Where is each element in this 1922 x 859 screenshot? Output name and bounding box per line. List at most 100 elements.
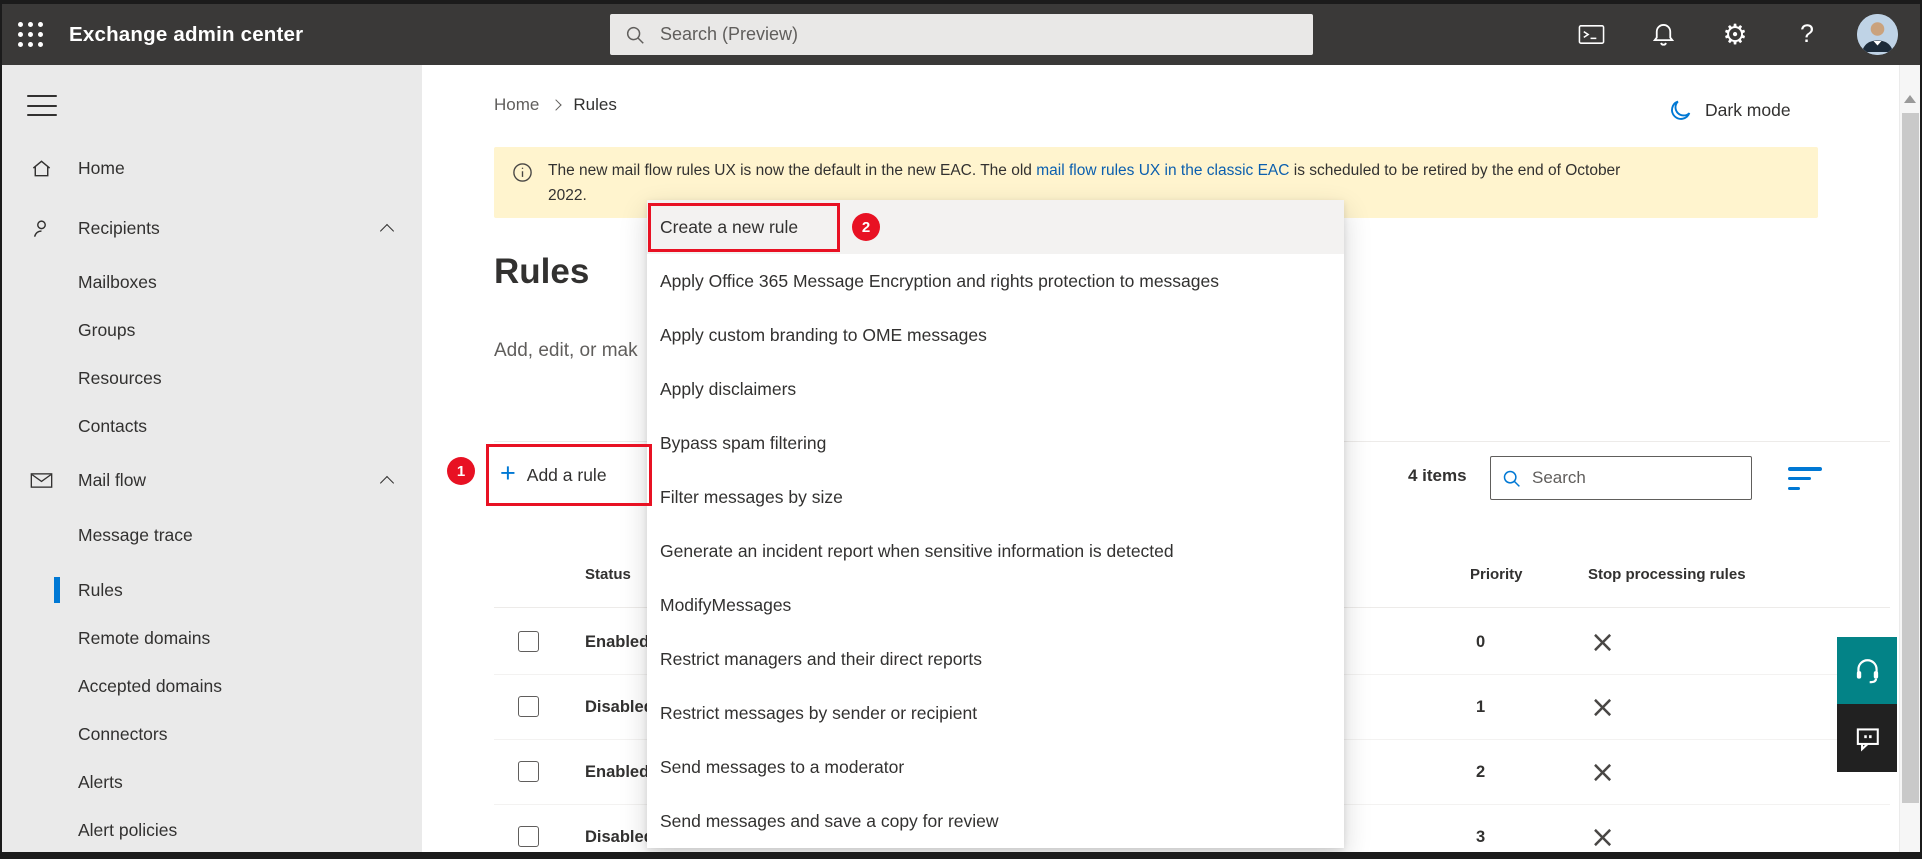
feedback-button[interactable] [1837,704,1897,772]
plus-icon: + [500,458,516,488]
sidebar-item-rules[interactable]: Rules [2,566,422,614]
add-a-rule-button[interactable]: + Add a rule [500,452,607,498]
dark-mode-label: Dark mode [1705,100,1791,120]
menu-item-generate-incident-report[interactable]: Generate an incident report when sensiti… [647,524,1344,578]
global-search-box[interactable] [610,14,1313,55]
x-mark-icon: × [1590,820,1616,855]
sidebar-item-alert-policies[interactable]: Alert policies [2,806,422,854]
sidebar-item-contacts[interactable]: Contacts [2,402,422,450]
rule-status: Disabled [585,698,654,716]
menu-item-create-a-new-rule[interactable]: Create a new rule [647,200,1344,254]
row-checkbox[interactable] [518,761,539,782]
search-icon [626,26,644,44]
sidebar-item-label: Mailboxes [78,271,157,292]
scroll-up-arrow-icon[interactable] [1904,95,1916,103]
table-search-box[interactable] [1490,456,1752,500]
sidebar-item-label: Contacts [78,415,148,436]
top-app-bar: Exchange admin center ⚙ ? [2,4,1920,65]
menu-item-restrict-managers-direct-reports[interactable]: Restrict managers and their direct repor… [647,632,1344,686]
account-avatar[interactable] [1857,14,1898,55]
sidebar-item-recipients[interactable]: Recipients [2,204,422,252]
rule-priority: 0 [1476,633,1486,651]
row-checkbox[interactable] [518,696,539,717]
annotation-step-badge-2: 2 [852,213,880,241]
dark-mode-toggle[interactable]: Dark mode [1668,98,1791,123]
sidebar-item-label: Home [78,157,125,178]
banner-link[interactable]: mail flow rules UX in the classic EAC [1036,162,1289,179]
sidebar-item-remote-domains[interactable]: Remote domains [2,614,422,662]
rule-priority: 2 [1476,763,1486,781]
sidebar-item-label: Recipients [78,217,160,238]
settings-button[interactable]: ⚙ [1713,13,1757,57]
breadcrumb-home-link[interactable]: Home [494,95,539,115]
search-icon [1503,470,1520,487]
headset-icon [1856,659,1878,684]
table-search-input[interactable] [1532,468,1741,488]
menu-item-send-and-save-copy[interactable]: Send messages and save a copy for review [647,794,1344,848]
scrollbar-thumb[interactable] [1902,113,1919,803]
selected-indicator [54,577,60,603]
menu-item-restrict-by-sender-or-recipient[interactable]: Restrict messages by sender or recipient [647,686,1344,740]
left-navigation: Home Recipients Mailboxes Groups Resourc… [2,65,422,852]
sidebar-item-label: Connectors [78,723,168,744]
sidebar-item-resources[interactable]: Resources [2,354,422,402]
support-button[interactable] [1837,637,1897,704]
help-button[interactable]: ? [1785,13,1829,57]
row-checkbox[interactable] [518,826,539,847]
x-mark-icon: × [1590,690,1616,725]
sidebar-item-mail-flow[interactable]: Mail flow [2,456,422,504]
info-icon [512,162,533,208]
notifications-button[interactable] [1641,13,1685,57]
sidebar-item-message-trace[interactable]: Message trace [2,511,422,559]
menu-item-apply-disclaimers[interactable]: Apply disclaimers [647,362,1344,416]
cloud-shell-button[interactable] [1569,13,1613,57]
column-header-priority[interactable]: Priority [1470,566,1523,583]
exchange-admin-center-window: Exchange admin center ⚙ ? [0,0,1922,859]
column-header-status[interactable]: Status [585,566,631,583]
sidebar-item-label: Groups [78,319,136,340]
sidebar-item-mailboxes[interactable]: Mailboxes [2,258,422,306]
filter-sort-icon[interactable] [1788,467,1822,490]
person-icon [30,217,78,240]
menu-item-bypass-spam-filtering[interactable]: Bypass spam filtering [647,416,1344,470]
chat-bubble-icon [1856,727,1879,751]
page-subtitle: Add, edit, or mak [494,340,638,361]
sidebar-item-label: Resources [78,367,162,388]
moon-icon [1671,100,1691,120]
bell-icon [1652,24,1674,46]
global-search-input[interactable] [660,24,1299,45]
menu-item-filter-messages-by-size[interactable]: Filter messages by size [647,470,1344,524]
column-header-stop-processing-rules[interactable]: Stop processing rules [1588,566,1746,583]
sidebar-item-label: Remote domains [78,627,211,648]
topbar-actions: ⚙ ? [1569,4,1898,65]
sidebar-item-connectors[interactable]: Connectors [2,710,422,758]
chevron-right-icon [550,99,563,111]
add-a-rule-label: Add a rule [526,464,607,485]
rule-status: Enabled [585,763,650,781]
envelope-icon [30,469,78,492]
terminal-icon [1578,25,1604,44]
hamburger-menu-icon[interactable] [27,95,57,116]
sidebar-item-home[interactable]: Home [2,144,422,192]
rule-priority: 3 [1476,828,1486,846]
menu-item-apply-custom-branding[interactable]: Apply custom branding to OME messages [647,308,1344,362]
sidebar-item-label: Alert policies [78,819,178,840]
home-icon [30,157,78,180]
menu-item-send-to-moderator[interactable]: Send messages to a moderator [647,740,1344,794]
sidebar-item-label: Accepted domains [78,675,222,696]
add-rule-dropdown-menu: Create a new rule Apply Office 365 Messa… [647,200,1344,848]
page-scrollbar[interactable] [1899,65,1920,852]
breadcrumb-current: Rules [573,95,617,114]
chevron-up-icon [379,475,395,490]
x-mark-icon: × [1590,755,1616,790]
menu-item-modify-messages[interactable]: ModifyMessages [647,578,1344,632]
app-launcher-icon[interactable] [18,22,43,47]
sidebar-item-alerts[interactable]: Alerts [2,758,422,806]
banner-text: is scheduled to be retired by the end of… [1293,162,1621,179]
menu-item-apply-ome-encryption[interactable]: Apply Office 365 Message Encryption and … [647,254,1344,308]
x-mark-icon: × [1590,625,1616,660]
row-checkbox[interactable] [518,631,539,652]
sidebar-item-accepted-domains[interactable]: Accepted domains [2,662,422,710]
sidebar-item-groups[interactable]: Groups [2,306,422,354]
gear-icon: ⚙ [1722,17,1748,51]
